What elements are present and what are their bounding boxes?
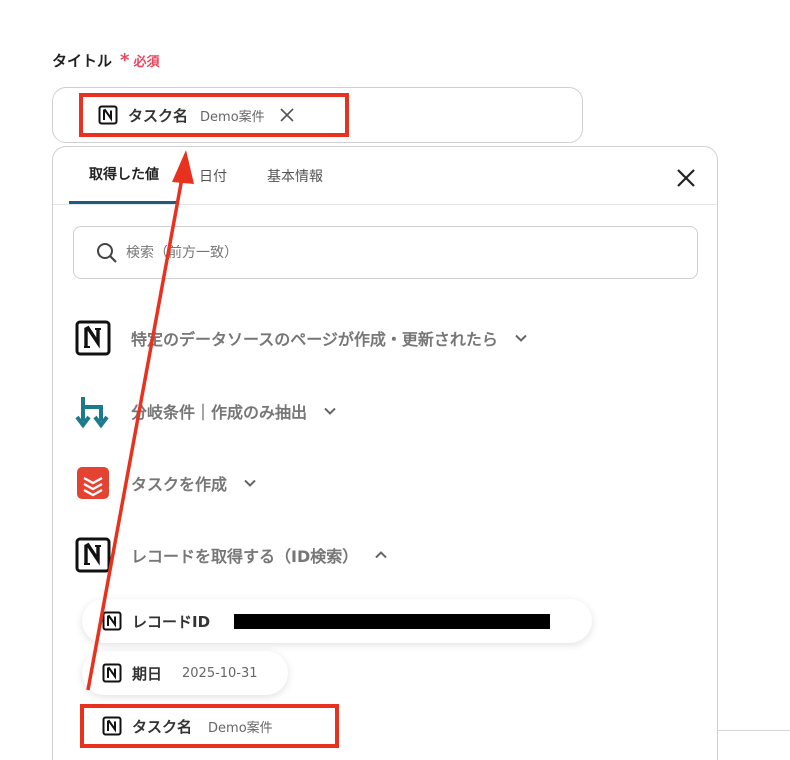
required-text: 必須 — [133, 55, 160, 70]
search-icon — [97, 242, 117, 263]
notion-icon — [102, 663, 122, 683]
close-icon[interactable] — [675, 167, 697, 189]
search-input-wrapper — [73, 226, 698, 279]
redacted-value — [234, 613, 551, 629]
list-item-due-date[interactable]: 期日 2025-10-31 — [82, 651, 288, 695]
section-create-task[interactable]: タスクを作成 — [75, 463, 257, 503]
section-label: 分岐条件｜作成のみ抽出 — [131, 403, 308, 422]
chevron-up-icon[interactable] — [374, 548, 388, 562]
chevron-down-icon[interactable] — [514, 331, 528, 345]
item-label: タスク名 — [132, 717, 193, 736]
field-label: タイトル * 必須 — [52, 50, 159, 71]
chevron-down-icon[interactable] — [243, 476, 257, 490]
remove-chip-icon[interactable] — [279, 107, 295, 123]
section-label: タスクを作成 — [131, 475, 228, 494]
notion-icon — [102, 716, 122, 736]
section-label: レコードを取得する（ID検索） — [131, 547, 359, 566]
tab-obtained-values[interactable]: 取得した値 — [69, 147, 179, 205]
item-label: レコードID — [132, 612, 211, 631]
notion-icon — [75, 320, 111, 356]
list-item-task-name[interactable]: タスク名 Demo案件 — [82, 704, 303, 748]
notion-icon — [102, 611, 122, 631]
divider — [718, 730, 790, 731]
notion-icon — [98, 105, 118, 125]
search-input[interactable] — [126, 244, 646, 261]
section-get-record[interactable]: レコードを取得する（ID検索） — [75, 535, 388, 575]
todoist-icon — [77, 467, 109, 499]
section-branch-condition[interactable]: 分岐条件｜作成のみ抽出 — [75, 391, 337, 431]
item-label: 期日 — [132, 664, 163, 683]
selected-value-chip[interactable]: タスク名 Demo案件 — [82, 95, 313, 135]
list-item-record-id[interactable]: レコードID — [82, 599, 592, 643]
chip-value: Demo案件 — [200, 109, 265, 125]
required-mark: * — [120, 50, 130, 71]
section-label: 特定のデータソースのページが作成・更新されたら — [131, 330, 498, 349]
item-value: 2025-10-31 — [182, 665, 258, 681]
chevron-down-icon[interactable] — [323, 404, 337, 418]
item-value: Demo案件 — [208, 720, 273, 736]
picker-tabs: 取得した値 日付 基本情報 — [69, 147, 343, 205]
tab-basic-info[interactable]: 基本情報 — [247, 147, 343, 205]
field-label-text: タイトル — [52, 52, 113, 70]
notion-icon — [75, 537, 111, 573]
chip-label: タスク名 — [128, 106, 189, 125]
tab-divider — [53, 204, 717, 205]
section-notion-trigger[interactable]: 特定のデータソースのページが作成・更新されたら — [75, 318, 528, 358]
tab-date[interactable]: 日付 — [179, 147, 247, 205]
branch-icon — [75, 397, 109, 429]
